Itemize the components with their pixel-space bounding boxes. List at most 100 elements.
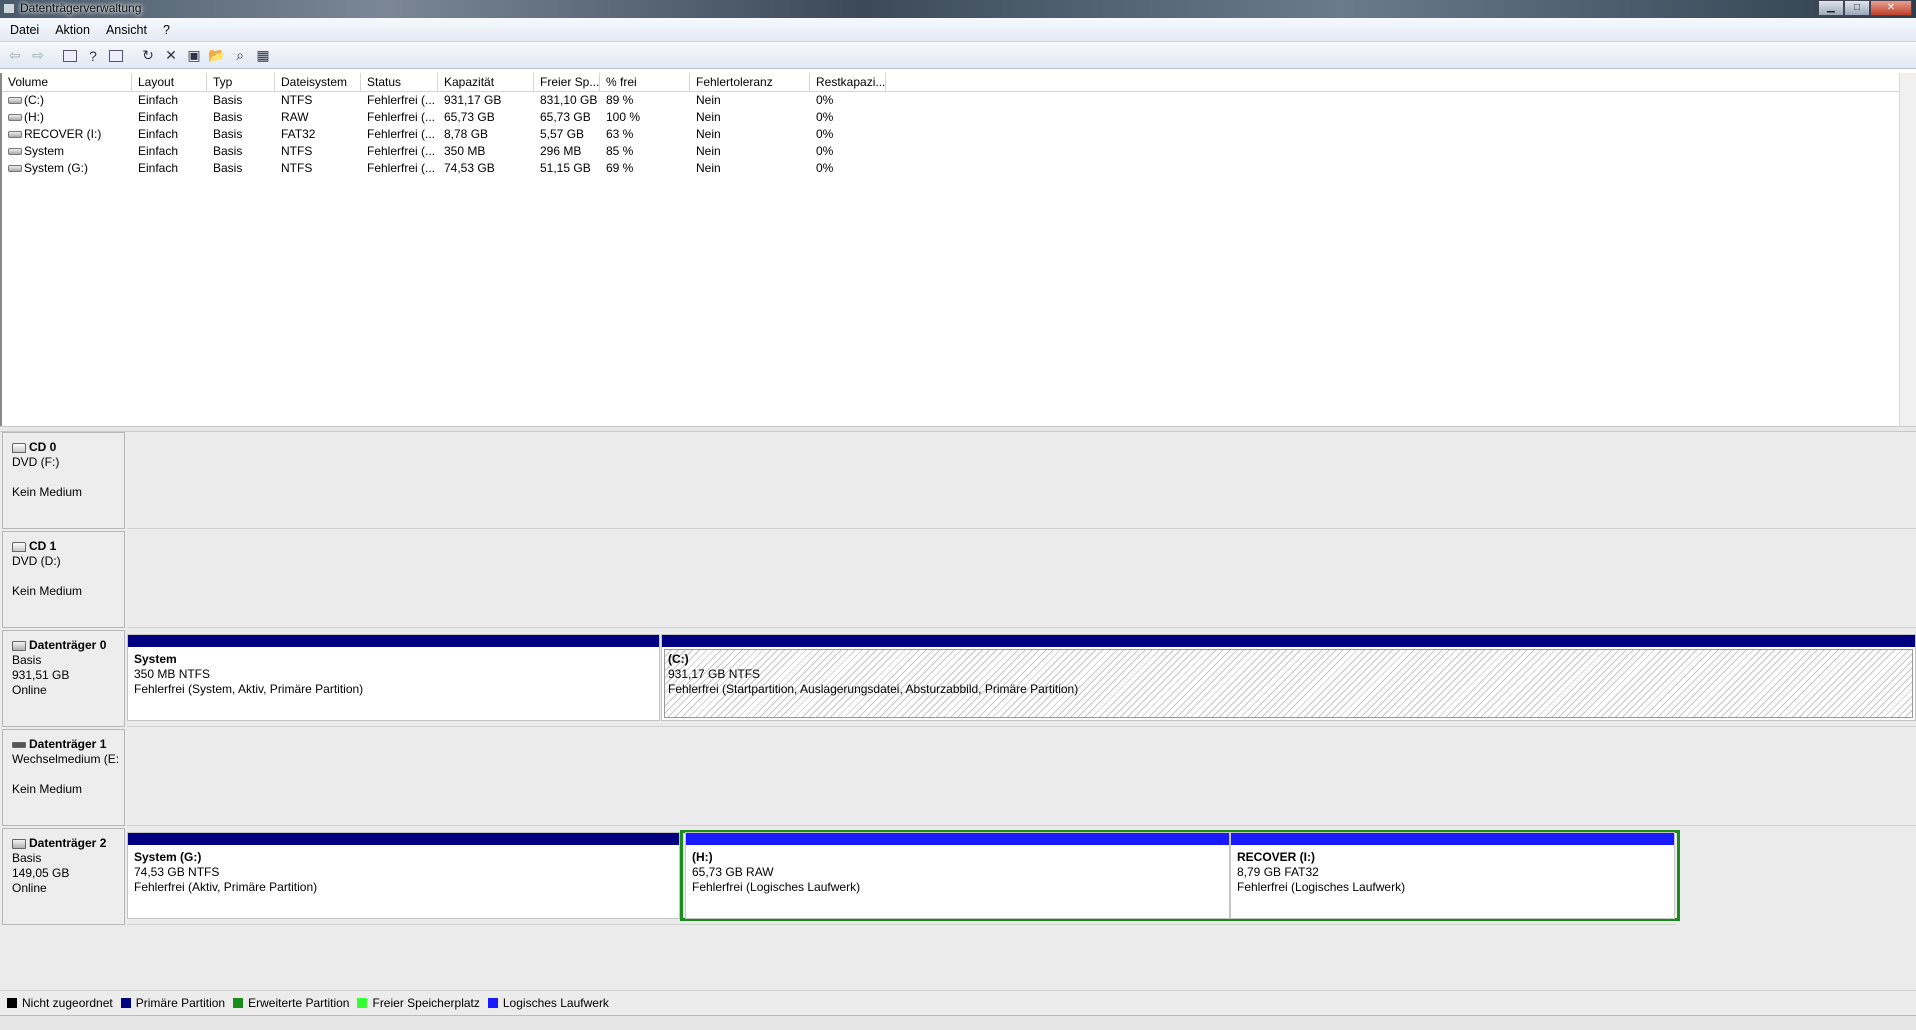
menu-ansicht[interactable]: Ansicht <box>100 23 153 37</box>
partition-size: 65,73 GB RAW <box>692 865 774 879</box>
disk-drive: Wechselmedium (E: <box>12 752 120 766</box>
back-arrow-icon[interactable]: ⇦ <box>4 46 26 66</box>
close-button[interactable]: ✕ <box>1870 0 1912 16</box>
column-header-dateisystem[interactable]: Dateisystem <box>275 73 361 91</box>
legend-item-unallocated: Nicht zugeordnet <box>7 996 113 1010</box>
minimize-button[interactable]: ▁ <box>1818 0 1844 16</box>
column-header-status[interactable]: Status <box>361 73 438 91</box>
window-title: Datenträgerverwaltung <box>20 1 142 15</box>
disk-label-cd1[interactable]: CD 1 DVD (D:) Kein Medium <box>2 531 125 628</box>
console-tree-icon[interactable] <box>59 46 81 66</box>
table-row[interactable]: (H:) Einfach Basis RAW Fehlerfrei (... 6… <box>2 109 1916 126</box>
cell-typ: Basis <box>213 93 243 107</box>
cell-volume: (C:) <box>24 93 44 107</box>
disk-row-cd1: CD 1 DVD (D:) Kein Medium <box>0 531 1916 628</box>
cell-restkapazitaet: 0% <box>816 161 834 175</box>
disk-type: Basis <box>12 653 42 667</box>
explore-icon[interactable]: ⌕ <box>229 46 251 66</box>
partition-size: 74,53 GB NTFS <box>134 865 220 879</box>
legend-swatch <box>233 998 244 1008</box>
partition-recover-i[interactable]: RECOVER (I:) 8,79 GB FAT32 Fehlerfrei (L… <box>1230 832 1675 919</box>
cell-typ: Basis <box>213 110 243 124</box>
partition-system-g[interactable]: System (G:) 74,53 GB NTFS Fehlerfrei (Ak… <box>127 832 680 919</box>
cell-volume: RECOVER (I:) <box>24 127 102 141</box>
cell-volume: (H:) <box>24 110 44 124</box>
table-row[interactable]: (C:) Einfach Basis NTFS Fehlerfrei (... … <box>2 92 1916 109</box>
legend-label: Logisches Laufwerk <box>502 996 609 1010</box>
disk-partition-area: System (G:) 74,53 GB NTFS Fehlerfrei (Ak… <box>127 828 1680 925</box>
column-header-typ[interactable]: Typ <box>207 73 275 91</box>
partition-c[interactable]: (C:) 931,17 GB NTFS Fehlerfrei (Startpar… <box>661 634 1916 721</box>
partition-h[interactable]: (H:) 65,73 GB RAW Fehlerfrei (Logisches … <box>685 832 1230 919</box>
column-header-restkapazitaet[interactable]: Restkapazi... <box>810 73 886 91</box>
cell-dateisystem: NTFS <box>281 161 313 175</box>
cell-dateisystem: RAW <box>281 110 309 124</box>
cell-freier-speicher: 65,73 GB <box>540 110 591 124</box>
column-header-kapazitaet[interactable]: Kapazität <box>438 73 534 91</box>
menu-aktion[interactable]: Aktion <box>49 23 96 37</box>
cell-typ: Basis <box>213 144 243 158</box>
column-header-prozent-frei[interactable]: % frei <box>600 73 690 91</box>
volume-list-scrollbar[interactable] <box>1899 73 1916 426</box>
disk-label-disk0[interactable]: Datenträger 0 Basis 931,51 GB Online <box>2 630 125 727</box>
cell-volume: System (G:) <box>24 161 89 175</box>
open-icon[interactable]: 📂 <box>206 46 228 66</box>
menu-help[interactable]: ? <box>157 23 176 37</box>
disk-drive: DVD (D:) <box>12 554 61 568</box>
column-header-fehlertoleranz[interactable]: Fehlertoleranz <box>690 73 810 91</box>
cell-prozent-frei: 85 % <box>606 144 634 158</box>
partition-type-bar <box>1231 833 1674 845</box>
column-header-freier-speicher[interactable]: Freier Sp... <box>534 73 600 91</box>
cell-status: Fehlerfrei (... <box>367 127 436 141</box>
disk-row-cd0: CD 0 DVD (F:) Kein Medium <box>0 432 1916 529</box>
partition-system[interactable]: System 350 MB NTFS Fehlerfrei (System, A… <box>127 634 660 721</box>
properties-icon[interactable]: ▣ <box>183 46 205 66</box>
app-icon <box>3 3 15 14</box>
volume-list[interactable]: Volume Layout Typ Dateisystem Status Kap… <box>0 73 1916 426</box>
disk-label-cd0[interactable]: CD 0 DVD (F:) Kein Medium <box>2 432 125 529</box>
volume-list-header: Volume Layout Typ Dateisystem Status Kap… <box>2 73 1916 92</box>
cell-prozent-frei: 69 % <box>606 161 634 175</box>
table-row[interactable]: System Einfach Basis NTFS Fehlerfrei (..… <box>2 143 1916 160</box>
forward-arrow-icon[interactable]: ⇨ <box>27 46 49 66</box>
drive-icon <box>8 165 22 173</box>
table-row[interactable]: System (G:) Einfach Basis NTFS Fehlerfre… <box>2 160 1916 177</box>
show-hide-icon[interactable] <box>105 46 127 66</box>
maximize-button[interactable]: □ <box>1844 0 1870 16</box>
cell-layout: Einfach <box>138 93 179 107</box>
settings-icon[interactable]: ▦ <box>252 46 274 66</box>
title-bar: Datenträgerverwaltung ▁ □ ✕ <box>0 0 1916 18</box>
cell-restkapazitaet: 0% <box>816 110 834 124</box>
cell-layout: Einfach <box>138 144 179 158</box>
disk-size: 931,51 GB <box>12 668 70 682</box>
disk-label-disk1[interactable]: Datenträger 1 Wechselmedium (E: Kein Med… <box>2 729 125 826</box>
cell-dateisystem: NTFS <box>281 93 313 107</box>
disk-partition-area <box>127 531 1916 628</box>
disk-graph-view: CD 0 DVD (F:) Kein Medium CD 1 DVD (D:) … <box>0 432 1916 990</box>
cell-layout: Einfach <box>138 127 179 141</box>
menu-bar: Datei Aktion Ansicht ? <box>0 18 1916 42</box>
column-header-layout[interactable]: Layout <box>132 73 207 91</box>
cell-prozent-frei: 89 % <box>606 93 634 107</box>
partition-status: Fehlerfrei (Startpartition, Auslagerungs… <box>668 682 1079 696</box>
disk-media-status: Kein Medium <box>12 782 83 796</box>
disk-media-status: Kein Medium <box>12 485 83 499</box>
partition-size: 931,17 GB NTFS <box>668 667 761 681</box>
column-header-volume[interactable]: Volume <box>2 73 132 91</box>
table-row[interactable]: RECOVER (I:) Einfach Basis FAT32 Fehlerf… <box>2 126 1916 143</box>
removable-disk-icon <box>12 741 26 748</box>
legend: Nicht zugeordnet Primäre Partition Erwei… <box>0 990 1916 1015</box>
hard-disk-icon <box>12 838 26 849</box>
disk-row-disk1: Datenträger 1 Wechselmedium (E: Kein Med… <box>0 729 1916 826</box>
cell-restkapazitaet: 0% <box>816 144 834 158</box>
cell-kapazitaet: 931,17 GB <box>444 93 502 107</box>
legend-label: Freier Speicherplatz <box>372 996 480 1010</box>
partition-name: RECOVER (I:) <box>1237 850 1315 864</box>
refresh-icon[interactable]: ↻ <box>137 46 159 66</box>
partition-size: 350 MB NTFS <box>134 667 211 681</box>
cell-layout: Einfach <box>138 161 179 175</box>
disk-label-disk2[interactable]: Datenträger 2 Basis 149,05 GB Online <box>2 828 125 925</box>
menu-datei[interactable]: Datei <box>4 23 45 37</box>
delete-icon[interactable]: ✕ <box>160 46 182 66</box>
help-icon[interactable]: ? <box>82 46 104 66</box>
